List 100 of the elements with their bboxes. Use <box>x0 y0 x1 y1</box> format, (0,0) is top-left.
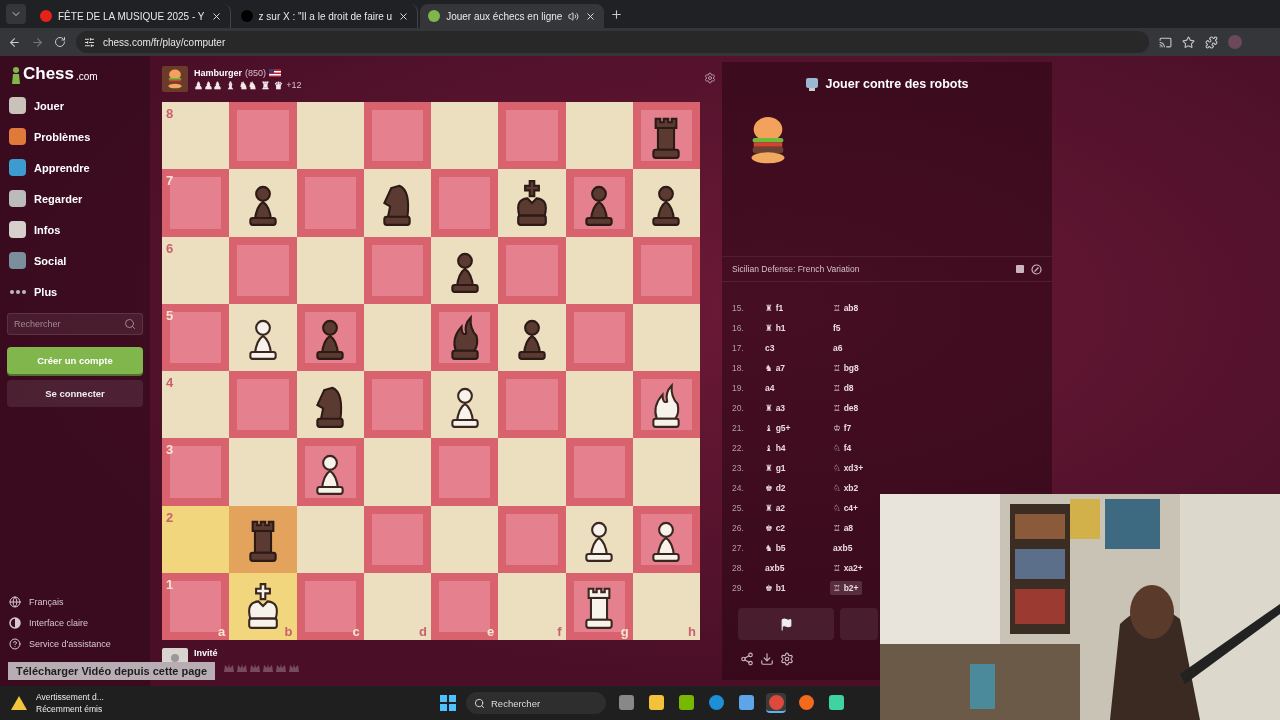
move-notation[interactable]: ♔ f7 <box>830 421 855 435</box>
compass-icon[interactable] <box>1031 263 1042 275</box>
book-icon[interactable] <box>1015 264 1025 274</box>
board-square[interactable] <box>431 371 499 439</box>
move-notation[interactable]: ♘ xb2 <box>830 481 862 495</box>
board-square[interactable] <box>498 303 566 371</box>
search-field[interactable]: Rechercher <box>7 313 143 335</box>
move-notation[interactable]: ♖ ab8 <box>830 301 862 315</box>
site-logo[interactable]: Chess.com <box>11 64 143 84</box>
move-notation[interactable]: ♘ f4 <box>830 441 855 455</box>
login-button[interactable]: Se connecter <box>7 380 143 407</box>
taskbar-app-icon[interactable] <box>676 693 696 713</box>
board-square[interactable] <box>565 505 633 573</box>
footer-link[interactable]: Français <box>7 591 143 612</box>
tab-list-button[interactable] <box>6 4 26 24</box>
close-icon[interactable] <box>585 10 597 22</box>
board-square[interactable] <box>632 505 700 573</box>
windows-icon[interactable] <box>440 695 456 711</box>
board-square[interactable] <box>229 169 297 237</box>
reload-icon[interactable] <box>54 36 66 48</box>
board-square[interactable] <box>431 236 499 304</box>
board-square[interactable] <box>632 102 700 170</box>
nav-item[interactable]: Apprendre <box>7 152 143 183</box>
move-notation[interactable]: a4 <box>762 381 778 395</box>
board-square[interactable] <box>565 169 633 237</box>
move-notation[interactable]: ♖ d8 <box>830 381 857 395</box>
close-icon[interactable] <box>210 10 222 22</box>
board-square[interactable] <box>431 303 499 371</box>
board-square[interactable] <box>229 303 297 371</box>
settings-icon[interactable] <box>780 652 794 666</box>
move-notation[interactable]: ♘ xd3+ <box>830 461 867 475</box>
address-bar[interactable]: chess.com/fr/play/computer <box>76 31 1149 53</box>
warning-icon <box>10 695 28 711</box>
move-notation[interactable]: ♖ de8 <box>830 401 862 415</box>
crown-icon <box>288 664 299 672</box>
speaker-icon[interactable] <box>568 10 580 22</box>
move-notation[interactable]: ♞ b5 <box>762 541 789 555</box>
taskbar-app-icon[interactable] <box>646 693 666 713</box>
nav-item[interactable]: Regarder <box>7 183 143 214</box>
taskbar-app-icon[interactable] <box>826 693 846 713</box>
move-notation[interactable]: ♖ a8 <box>830 521 857 535</box>
taskbar-app-icon[interactable] <box>736 693 756 713</box>
nav-item[interactable]: Infos <box>7 214 143 245</box>
board-square[interactable] <box>498 169 566 237</box>
move-notation[interactable]: axb5 <box>762 561 788 575</box>
taskbar-search[interactable]: Rechercher <box>466 692 606 714</box>
move-notation[interactable]: axb5 <box>830 541 856 555</box>
contrast-icon <box>9 616 21 629</box>
taskbar-app-icon[interactable] <box>766 693 786 713</box>
move-notation[interactable]: ♝ g5+ <box>762 421 794 435</box>
move-notation[interactable]: ♘ c4+ <box>830 501 862 515</box>
move-notation[interactable]: f5 <box>830 321 844 335</box>
browser-tab[interactable]: Jouer aux échecs en ligne <box>420 4 605 28</box>
move-notation[interactable]: a6 <box>830 341 846 355</box>
learn-icon <box>9 159 26 176</box>
highlighted-square[interactable] <box>229 505 297 573</box>
board-square[interactable] <box>632 371 700 439</box>
notification-title[interactable]: Avertissement d... <box>36 692 104 702</box>
taskbar-app-icon[interactable] <box>796 693 816 713</box>
move-notation[interactable]: ♜ a3 <box>762 401 789 415</box>
move-notation[interactable]: ♖ b2+ <box>830 581 862 595</box>
move-notation[interactable]: ♜ f1 <box>762 301 787 315</box>
close-icon[interactable] <box>398 10 410 22</box>
forward-icon[interactable] <box>31 35 44 49</box>
board-square[interactable] <box>363 169 431 237</box>
footer-link[interactable]: Interface claire <box>7 612 143 633</box>
board-square[interactable] <box>632 169 700 237</box>
nav-item[interactable]: Jouer <box>7 90 143 121</box>
move-notation[interactable]: c3 <box>762 341 778 355</box>
nav-item[interactable]: Social <box>7 245 143 276</box>
settings-icon[interactable] <box>704 72 716 84</box>
bookmark-star-icon[interactable] <box>1182 35 1195 49</box>
news-icon <box>9 221 26 238</box>
nav-item[interactable]: Plus <box>7 276 143 307</box>
move-notation[interactable]: ♞ a7 <box>762 361 789 375</box>
move-notation[interactable]: ♚ d2 <box>762 481 789 495</box>
nav-item[interactable]: Problèmes <box>7 121 143 152</box>
footer-link[interactable]: Service d'assistance <box>7 633 143 654</box>
move-notation[interactable]: ♜ a2 <box>762 501 789 515</box>
move-notation[interactable]: ♚ c2 <box>762 521 789 535</box>
share-icon[interactable] <box>740 652 754 666</box>
move-notation[interactable]: ♜ h1 <box>762 321 789 335</box>
move-notation[interactable]: ♜ g1 <box>762 461 789 475</box>
board-square[interactable] <box>296 303 364 371</box>
extensions-icon[interactable] <box>1205 35 1218 49</box>
board-square[interactable] <box>296 371 364 439</box>
move-notation[interactable]: ♚ b1 <box>762 581 789 595</box>
resign-button[interactable] <box>738 608 834 640</box>
move-notation[interactable]: ♝ h4 <box>762 441 789 455</box>
cast-icon[interactable] <box>1159 35 1172 49</box>
plus-icon <box>609 7 623 21</box>
move-notation[interactable]: ♖ bg8 <box>830 361 862 375</box>
download-icon[interactable] <box>760 652 774 666</box>
board-square[interactable] <box>296 438 364 506</box>
taskbar-app-icon[interactable] <box>616 693 636 713</box>
back-icon[interactable] <box>8 35 21 49</box>
download-video-bar[interactable]: Télécharger Vidéo depuis cette page <box>8 662 216 680</box>
move-notation[interactable]: ♖ xa2+ <box>830 561 866 575</box>
taskbar-app-icon[interactable] <box>706 693 726 713</box>
site-info-icon[interactable] <box>84 36 95 48</box>
